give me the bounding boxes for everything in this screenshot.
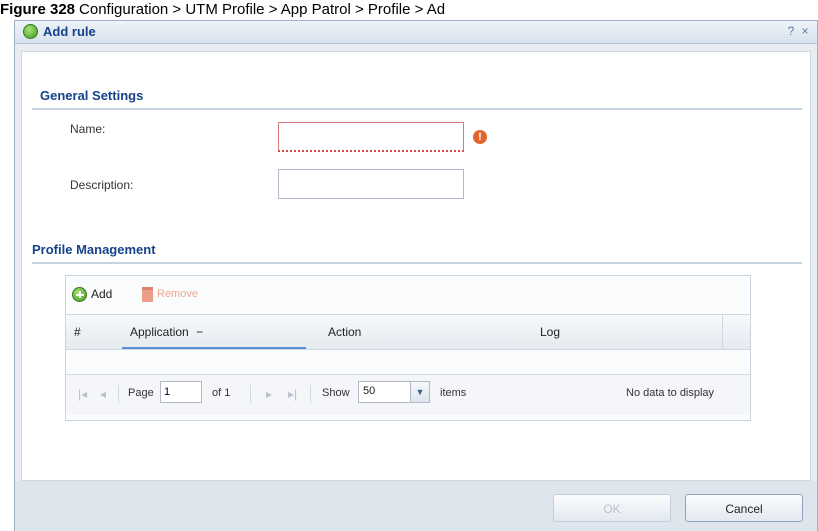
first-page-icon[interactable]: |◂ bbox=[78, 387, 87, 401]
add-icon bbox=[72, 286, 87, 302]
column-header-application[interactable]: Application − bbox=[122, 315, 306, 349]
pager-divider bbox=[250, 385, 251, 403]
figure-path: Configuration > UTM Profile > App Patrol… bbox=[79, 1, 446, 18]
column-header-action[interactable]: Action bbox=[320, 315, 530, 349]
remove-button-label: Remove bbox=[157, 288, 198, 300]
previous-page-icon[interactable]: ◂ bbox=[100, 387, 106, 401]
description-input[interactable] bbox=[278, 169, 464, 199]
page-label: Page bbox=[128, 387, 154, 399]
error-icon: ! bbox=[473, 130, 487, 144]
column-header-number[interactable]: # bbox=[66, 315, 112, 349]
general-settings-divider bbox=[32, 108, 802, 110]
last-page-icon[interactable]: ▸| bbox=[288, 387, 297, 401]
general-settings-title: General Settings bbox=[40, 88, 144, 103]
profile-management-divider bbox=[32, 262, 802, 264]
chevron-down-icon[interactable]: ▼ bbox=[410, 382, 429, 402]
cancel-button[interactable]: Cancel bbox=[685, 494, 803, 522]
remove-button: Remove bbox=[142, 284, 198, 304]
figure-label: Figure 328 bbox=[0, 1, 76, 18]
page-number-input[interactable] bbox=[160, 381, 202, 403]
dialog-titlebar: Add rule ? × bbox=[15, 21, 817, 44]
add-button[interactable]: Add bbox=[72, 284, 112, 304]
close-icon[interactable]: × bbox=[799, 25, 811, 38]
description-label: Description: bbox=[70, 178, 134, 192]
column-header-log[interactable]: Log bbox=[532, 315, 722, 349]
grid-pager: |◂ ◂ Page of 1 ▸ ▸| Show 50 ▼ items No d… bbox=[66, 374, 750, 415]
page-size-value: 50 bbox=[363, 385, 376, 397]
add-button-label: Add bbox=[91, 287, 113, 301]
dialog-title: Add rule bbox=[43, 24, 96, 39]
page-count-label: of 1 bbox=[212, 387, 231, 399]
name-input[interactable] bbox=[278, 122, 464, 152]
sort-indicator-icon: − bbox=[196, 325, 204, 339]
next-page-icon[interactable]: ▸ bbox=[266, 387, 272, 401]
trash-icon bbox=[142, 286, 153, 302]
pager-status: No data to display bbox=[626, 387, 715, 399]
page-size-select[interactable]: 50 ▼ bbox=[358, 381, 430, 403]
add-rule-dialog: Add rule ? × General Settings Name: ! De… bbox=[14, 20, 818, 531]
dialog-button-bar: OK Cancel bbox=[15, 481, 817, 531]
profile-management-title: Profile Management bbox=[32, 242, 156, 257]
grid-toolbar: Add Remove bbox=[66, 276, 750, 310]
items-label: items bbox=[440, 387, 467, 399]
profile-grid: Add Remove # Application − Action Log |◂… bbox=[65, 275, 751, 421]
pager-divider bbox=[118, 385, 119, 403]
grid-header: # Application − Action Log bbox=[66, 314, 750, 350]
help-icon[interactable]: ? bbox=[785, 25, 797, 38]
column-header-application-label: Application bbox=[130, 325, 189, 339]
show-label: Show bbox=[322, 387, 350, 399]
add-icon bbox=[23, 24, 38, 39]
ok-button[interactable]: OK bbox=[553, 494, 671, 522]
pager-divider bbox=[310, 385, 311, 403]
figure-caption: Figure 328 Configuration > UTM Profile > … bbox=[0, 0, 818, 20]
column-divider bbox=[722, 315, 723, 349]
name-label: Name: bbox=[70, 122, 106, 136]
